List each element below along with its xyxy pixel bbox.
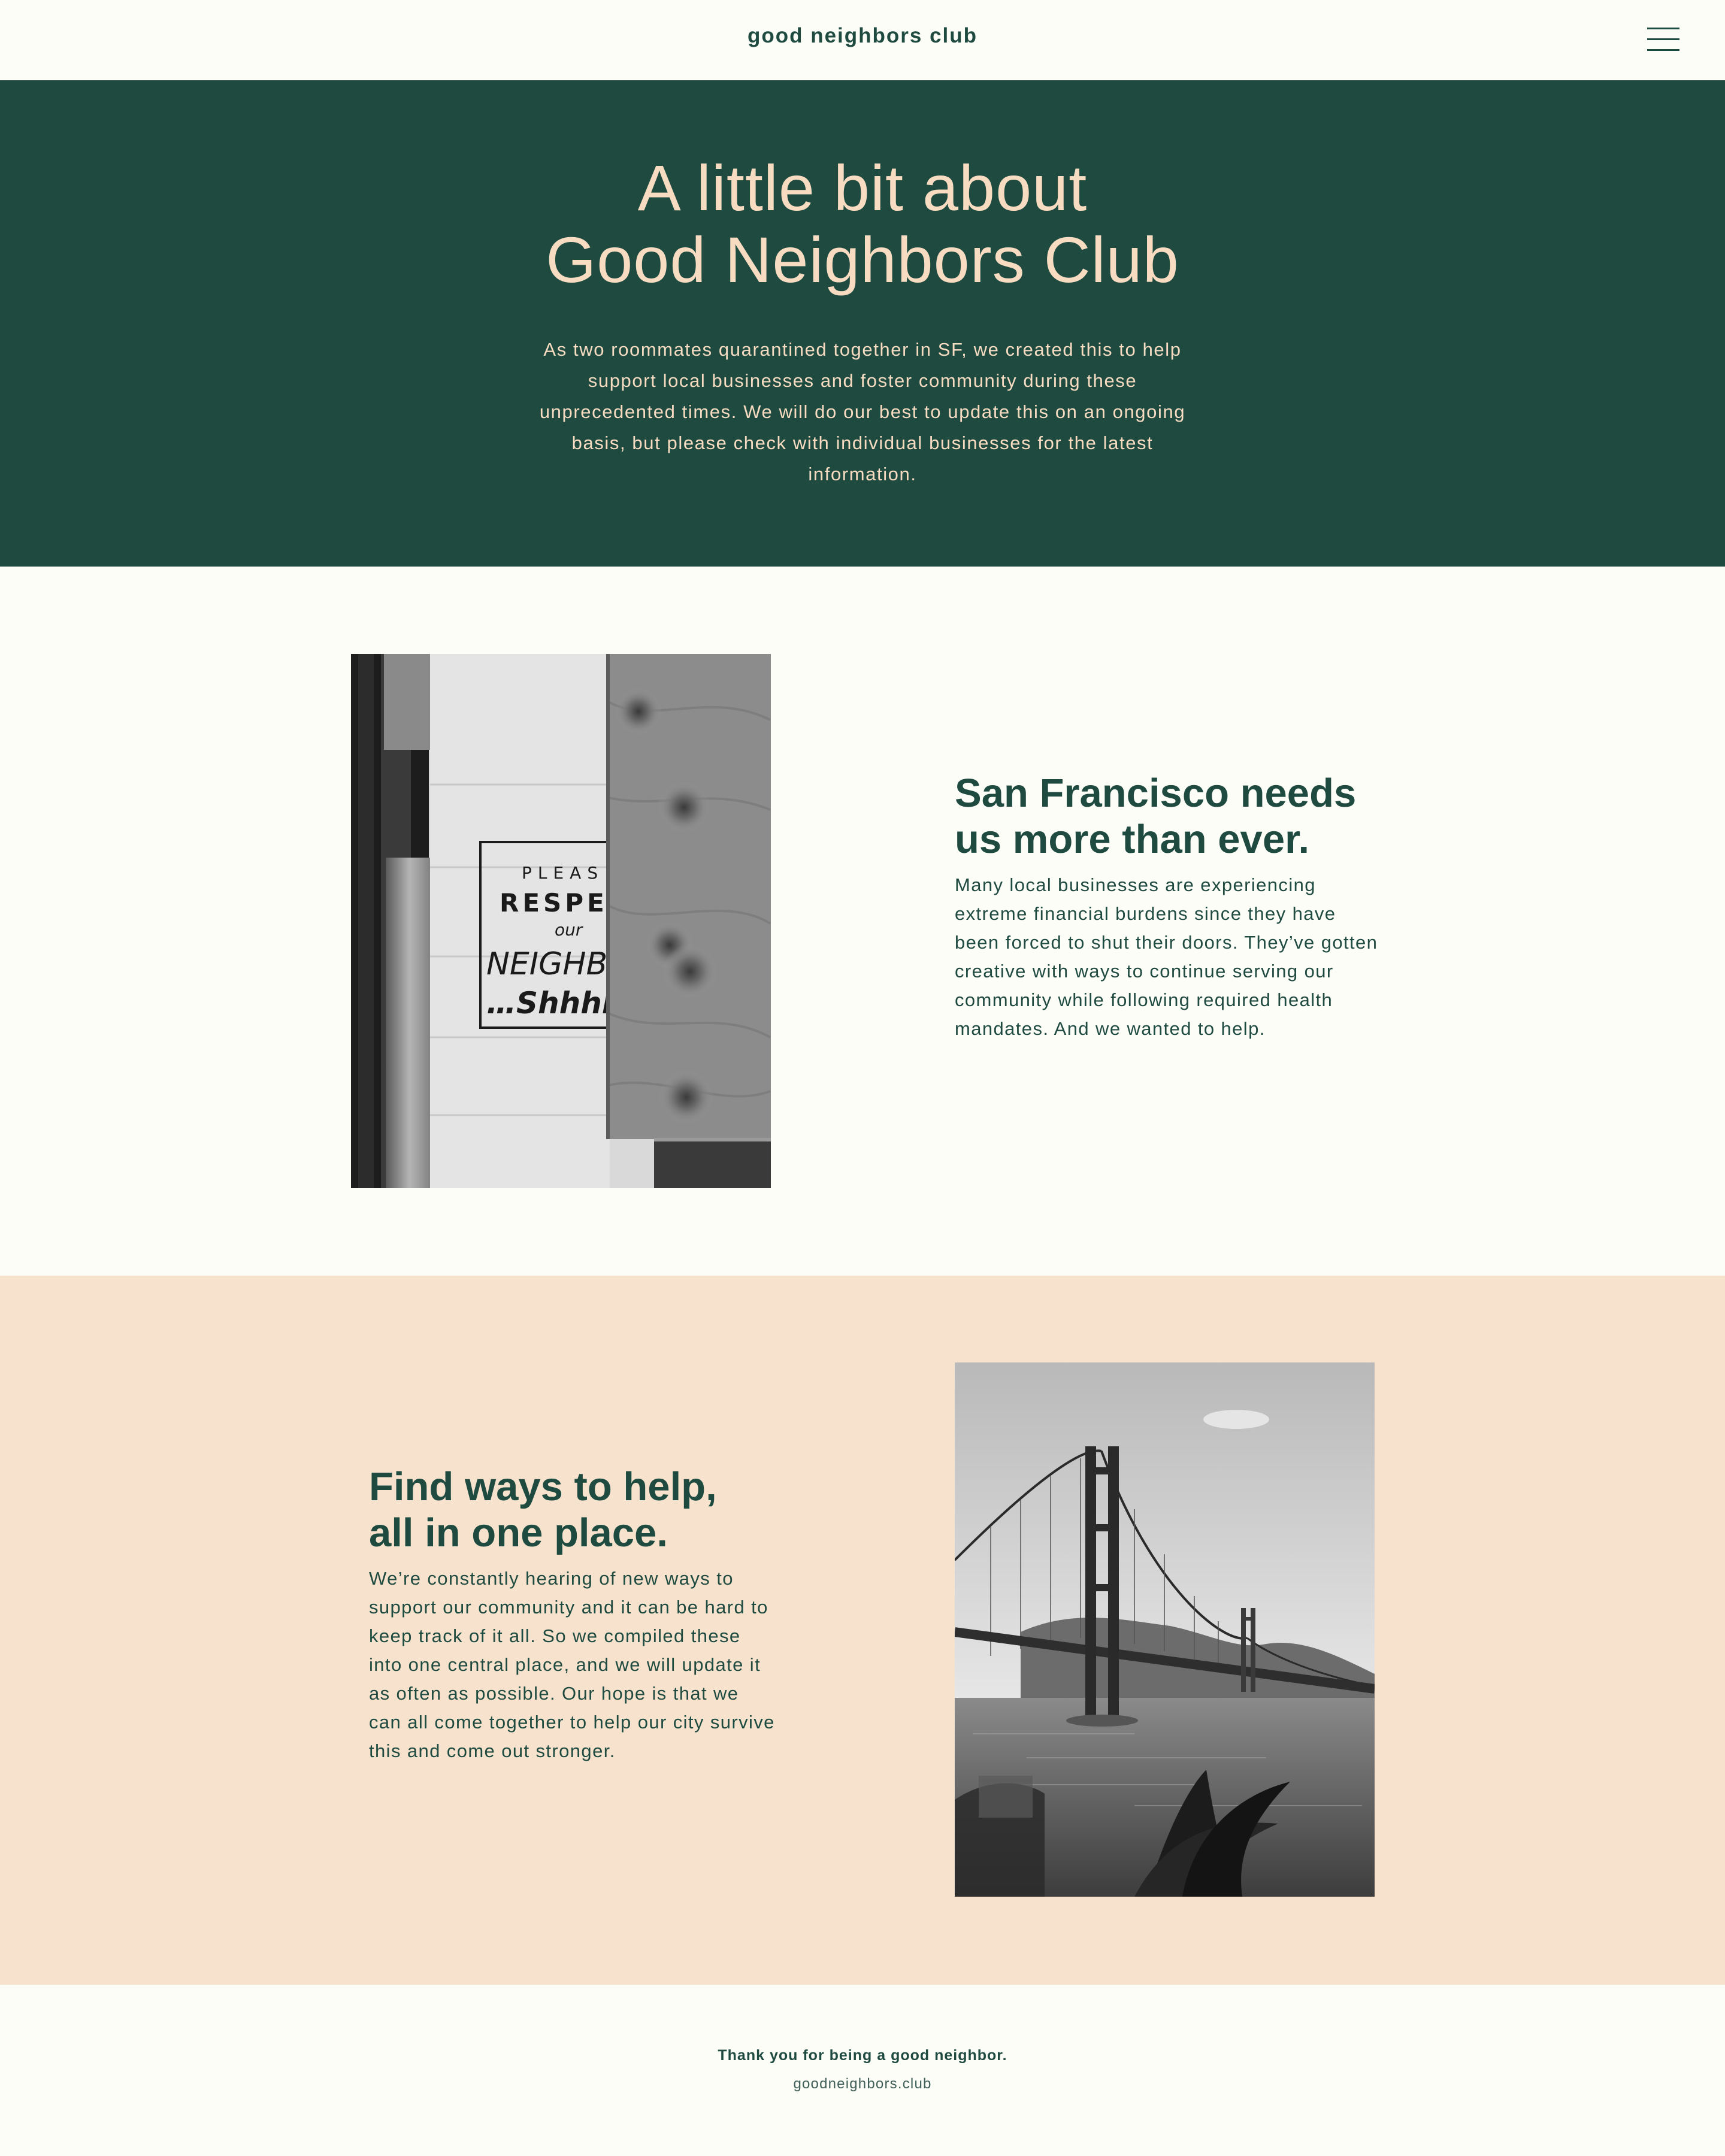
sign-text-please: PLEAS xyxy=(522,863,604,883)
sf-needs-body: Many local businesses are experiencing e… xyxy=(955,874,1378,1039)
sf-needs-heading-line-1: San Francisco needs xyxy=(955,771,1357,816)
sign-text-shhh: …Shhhh xyxy=(486,986,623,1021)
site-brand[interactable]: good neighbors club xyxy=(0,24,1725,48)
site-footer: Thank you for being a good neighbor. goo… xyxy=(0,1985,1725,2156)
menu-line xyxy=(1647,28,1679,29)
sign-text-our: our xyxy=(555,920,583,940)
menu-line xyxy=(1647,38,1679,40)
neighbors-sign-photo: PLEAS RESPE our NEIGHBO …Shhhh xyxy=(351,654,771,1188)
menu-line xyxy=(1647,49,1679,51)
find-ways-heading-line-1: Find ways to help, xyxy=(369,1464,717,1509)
hamburger-menu-icon[interactable] xyxy=(1647,26,1679,53)
sf-needs-heading: San Francisco needs us more than ever. xyxy=(955,770,1410,862)
hero-title-line-2: Good Neighbors Club xyxy=(546,223,1179,296)
top-nav-bar: good neighbors club xyxy=(0,0,1725,80)
hero-title-line-1: A little bit about xyxy=(637,152,1088,224)
find-ways-section: Find ways to help, all in one place. We’… xyxy=(0,1276,1725,1985)
sf-needs-section: PLEAS RESPE our NEIGHBO …Shhhh San Franc… xyxy=(0,567,1725,1276)
footer-thanks: Thank you for being a good neighbor. xyxy=(718,2047,1007,2064)
find-ways-body: We’re constantly hearing of new ways to … xyxy=(369,1568,775,1761)
golden-gate-bridge-photo xyxy=(955,1362,1375,1897)
hero-title: A little bit about Good Neighbors Club xyxy=(0,152,1725,296)
footer-site-link[interactable]: goodneighbors.club xyxy=(0,2076,1725,2093)
hero-section: A little bit about Good Neighbors Club A… xyxy=(0,80,1725,567)
sign-text-respect: RESPE xyxy=(500,888,608,917)
sf-needs-heading-line-2: us more than ever. xyxy=(955,817,1310,862)
find-ways-heading-line-2: all in one place. xyxy=(369,1510,668,1555)
find-ways-heading: Find ways to help, all in one place. xyxy=(369,1464,824,1556)
hero-description: As two roommates quarantined together in… xyxy=(539,339,1186,485)
